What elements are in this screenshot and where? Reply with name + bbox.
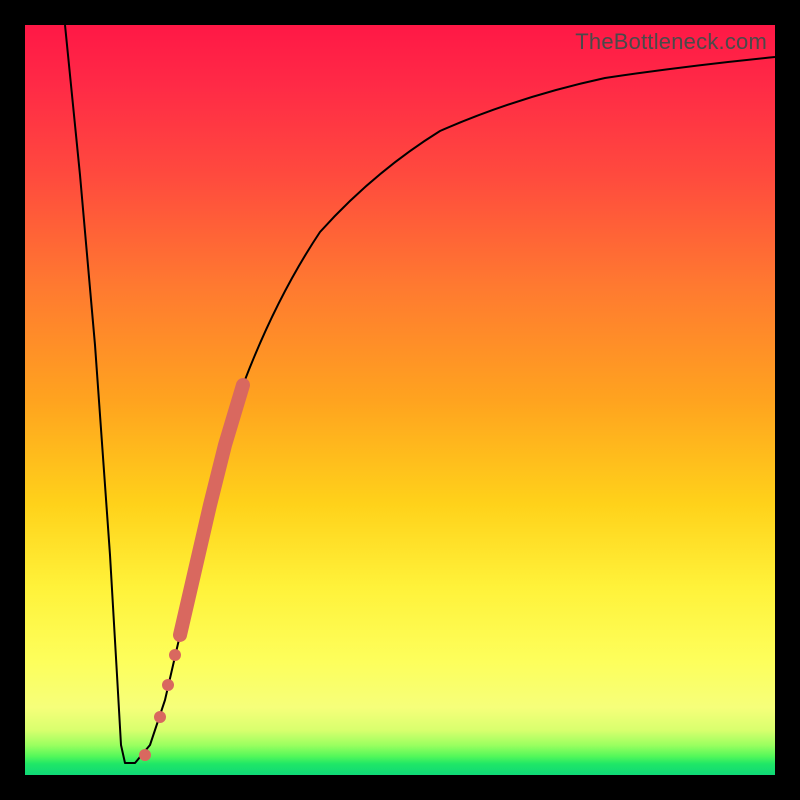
curve-dot xyxy=(139,749,151,761)
plot-area: TheBottleneck.com xyxy=(25,25,775,775)
bottleneck-curve xyxy=(25,25,775,775)
curve-thick-segment xyxy=(180,385,243,635)
curve-dot xyxy=(162,679,174,691)
curve-dot xyxy=(154,711,166,723)
curve-dot xyxy=(169,649,181,661)
chart-frame: TheBottleneck.com xyxy=(0,0,800,800)
